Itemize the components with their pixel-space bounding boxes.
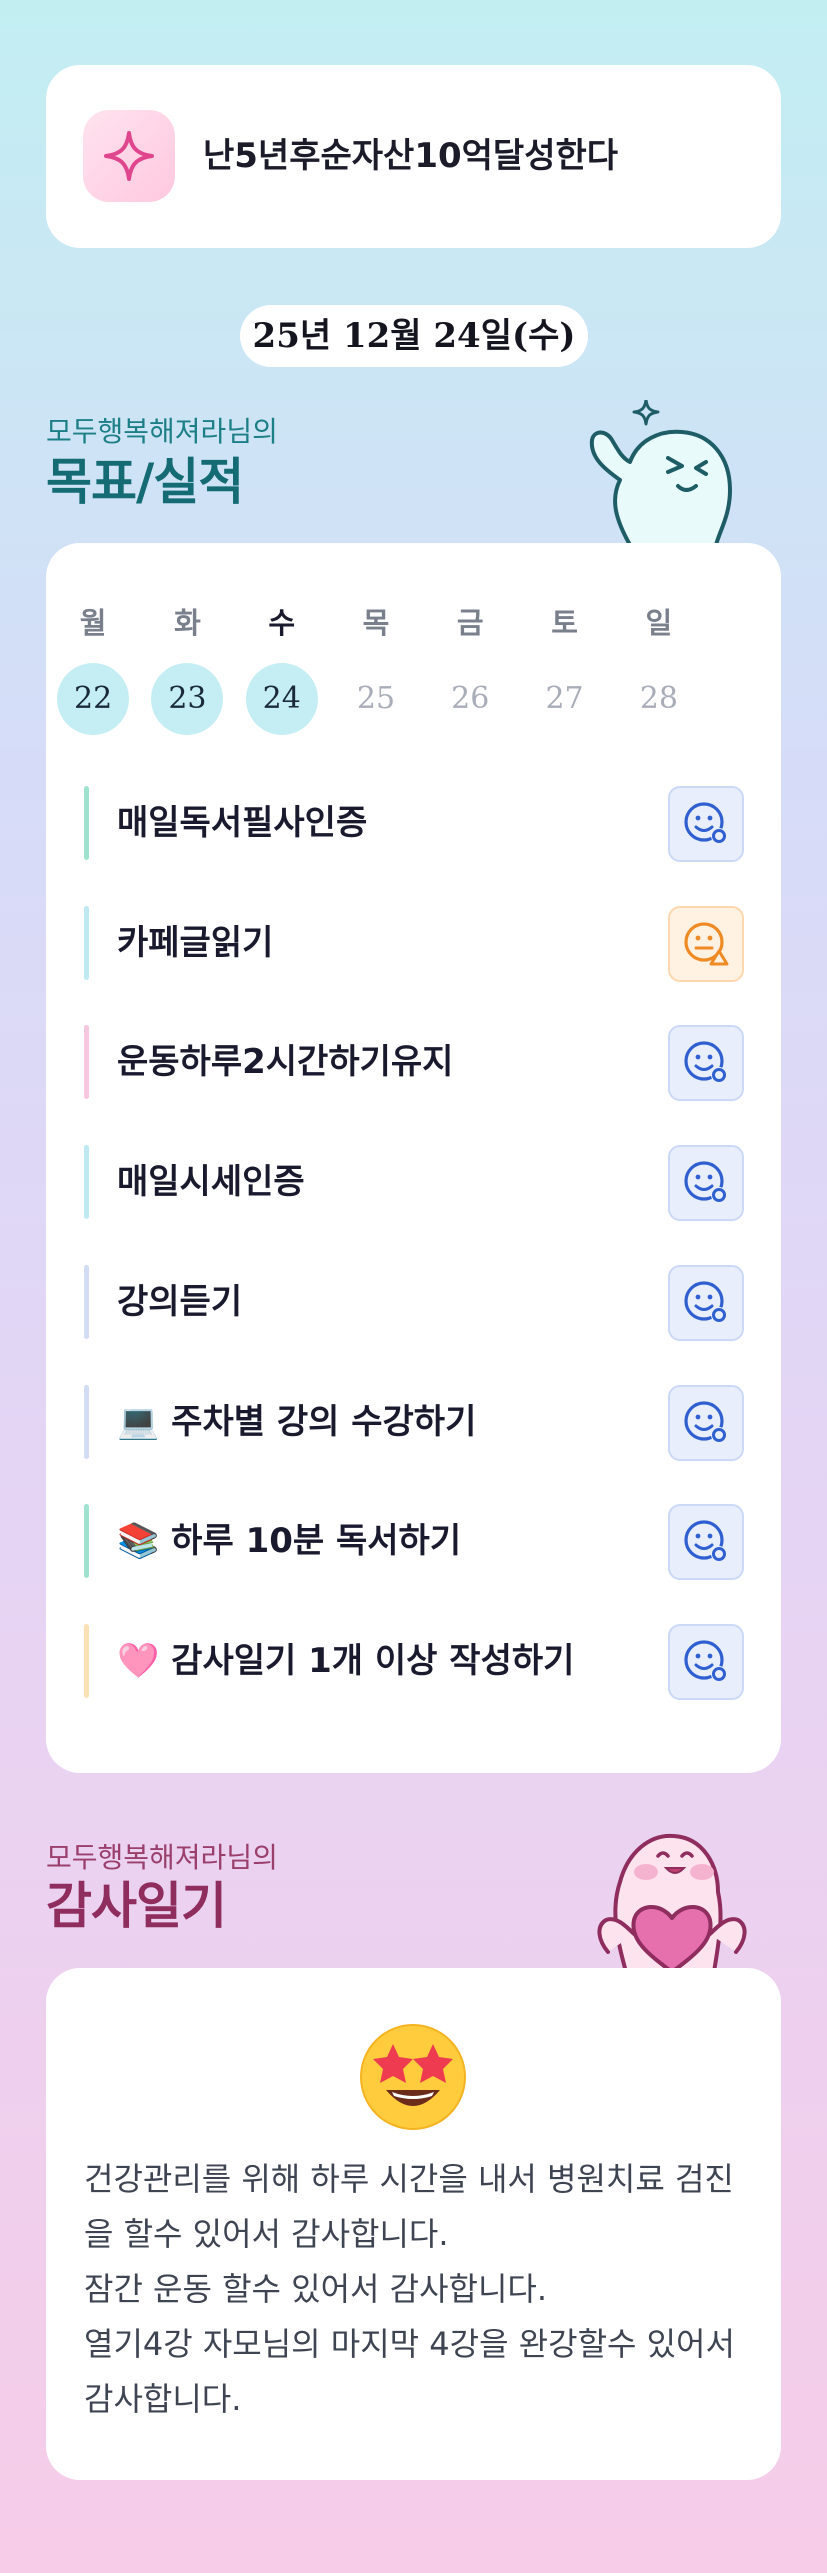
goal-label: 강의듣기 (117, 1281, 243, 1322)
gratitude-section-title: 감사일기 (46, 1877, 227, 1935)
date-25[interactable]: 25 (340, 663, 412, 735)
goal-color-bar (84, 1384, 89, 1459)
goal-label: 💻 주차별 강의 수강하기 (117, 1401, 477, 1442)
status-good-icon[interactable] (668, 1623, 744, 1700)
status-good-icon[interactable] (668, 1264, 744, 1341)
goal-color-bar (84, 786, 89, 860)
date-26[interactable]: 26 (434, 663, 506, 735)
goal-label: 카페글읽기 (117, 922, 274, 963)
gratitude-text: 건강관리를 위해 하루 시간을 내서 병원치료 검진을 할수 있어서 감사합니다… (84, 2152, 754, 2427)
star-struck-emoji-icon (358, 2022, 468, 2132)
goal-row[interactable]: 📚 하루 10분 독서하기 (84, 1504, 744, 1581)
status-good-icon[interactable] (668, 1145, 744, 1222)
gratitude-line-2: 잠간 운동 할수 있어서 감사합니다. (84, 2270, 548, 2308)
goal-color-bar (84, 905, 89, 980)
goal-row[interactable]: 🩷 감사일기 1개 이상 작성하기 (84, 1623, 744, 1700)
goal-color-bar (84, 1504, 89, 1579)
date-22[interactable]: 22 (57, 663, 130, 735)
goal-color-bar (84, 1145, 89, 1220)
date-27[interactable]: 27 (529, 663, 601, 735)
goal-card[interactable]: 난5년후순자산10억달성한다 (46, 65, 781, 248)
week-dates: 22 23 24 25 26 27 28 (46, 663, 706, 735)
goal-color-bar (84, 1623, 89, 1698)
gratitude-line-3: 열기4강 자모님의 마지막 4강을 완강할수 있어서 감사합니다. (84, 2325, 735, 2418)
goal-label: 매일독서필사인증 (117, 803, 368, 843)
goal-label: 🩷 감사일기 1개 이상 작성하기 (117, 1640, 575, 1681)
weekday-sun: 일 (645, 606, 673, 640)
gratitude-line-1: 건강관리를 위해 하루 시간을 내서 병원치료 검진을 할수 있어서 감사합니다… (84, 2160, 734, 2253)
status-good-icon[interactable] (668, 1025, 744, 1102)
mascot-waving-illustration (570, 398, 750, 547)
sparkle-icon (83, 110, 175, 202)
weekday-fri: 금 (456, 606, 484, 640)
goals-section-title: 목표/실적 (46, 453, 244, 511)
goal-row[interactable]: 카페글읽기 (84, 905, 744, 982)
mascot-heart-illustration (568, 1822, 758, 1974)
weekday-sat: 토 (551, 606, 578, 640)
weekday-tue: 화 (174, 606, 201, 640)
gratitude-card: 건강관리를 위해 하루 시간을 내서 병원치료 검진을 할수 있어서 감사합니다… (46, 1968, 781, 2480)
goal-title: 난5년후순자산10억달성한다 (203, 136, 619, 176)
goal-label: 운동하루2시간하기유지 (117, 1042, 454, 1083)
status-good-icon[interactable] (668, 1384, 744, 1461)
weekday-mon: 월 (79, 606, 107, 640)
goal-row[interactable]: 운동하루2시간하기유지 (84, 1025, 744, 1102)
date-28[interactable]: 28 (623, 663, 695, 735)
goal-label: 📚 하루 10분 독서하기 (117, 1521, 462, 1562)
goal-row[interactable]: 매일독서필사인증 (84, 786, 744, 862)
goal-label: 매일시세인증 (117, 1162, 305, 1203)
date-selector[interactable]: 25년 12월 24일(수) (240, 305, 588, 367)
goal-color-bar (84, 1264, 89, 1339)
weekday-wed: 수 (268, 606, 296, 640)
goal-row[interactable]: 강의듣기 (84, 1264, 744, 1341)
goal-row[interactable]: 💻 주차별 강의 수강하기 (84, 1384, 744, 1461)
goal-color-bar (84, 1025, 89, 1100)
status-good-icon[interactable] (668, 1504, 744, 1581)
date-24[interactable]: 24 (245, 663, 318, 735)
goal-row[interactable]: 매일시세인증 (84, 1145, 744, 1222)
weekday-thu: 목 (362, 606, 390, 640)
status-good-icon[interactable] (668, 786, 744, 862)
status-warning-icon[interactable] (668, 905, 744, 982)
weekday-header: 월 화 수 목 금 토 일 (46, 600, 706, 642)
date-23[interactable]: 23 (151, 663, 224, 735)
